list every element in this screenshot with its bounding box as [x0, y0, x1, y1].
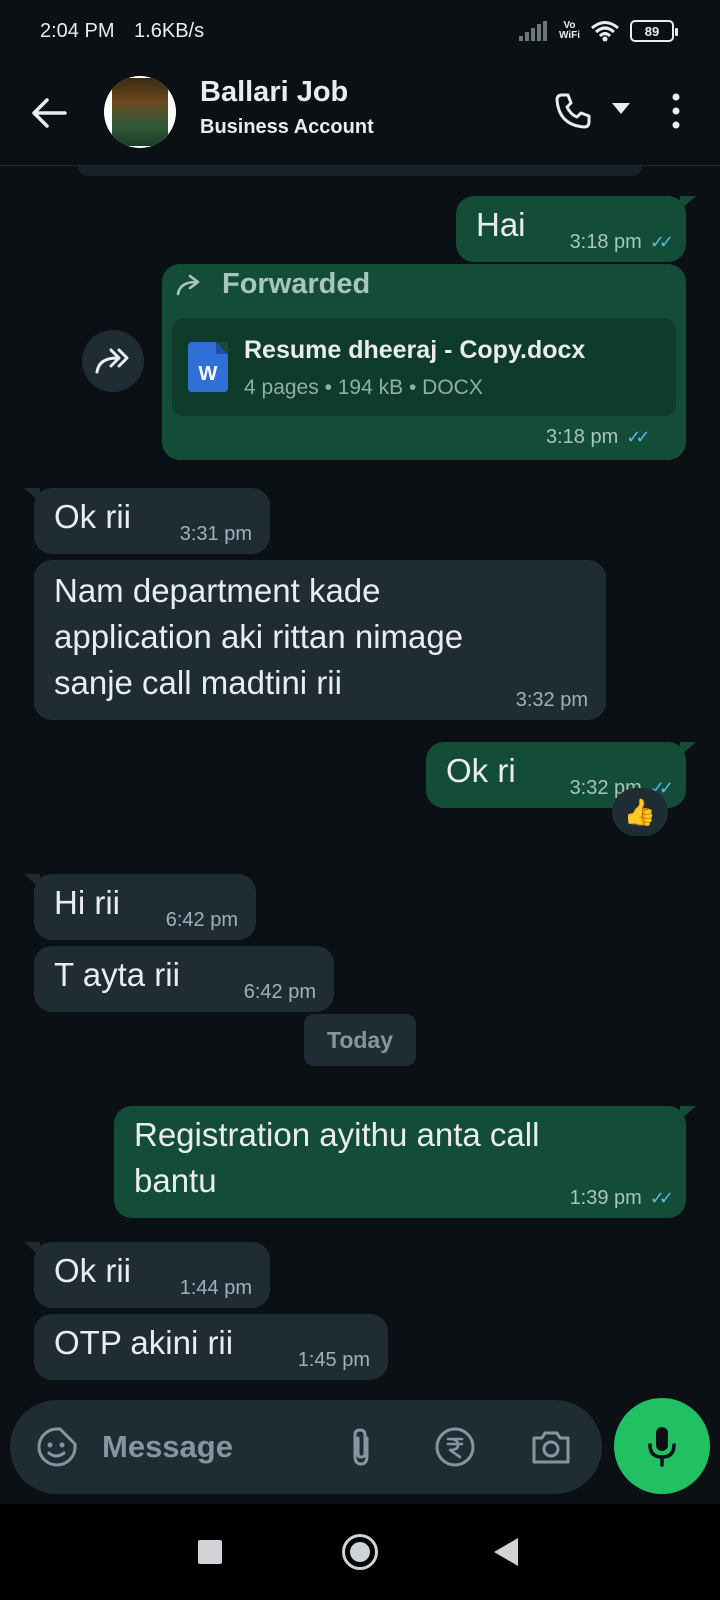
- system-back-button[interactable]: [494, 1538, 518, 1566]
- message-line: bantu: [134, 1162, 217, 1199]
- system-navigation-bar: [0, 1504, 720, 1600]
- word-doc-icon: W: [188, 342, 228, 392]
- date-divider: Today: [304, 1014, 416, 1066]
- rupee-icon: [435, 1427, 475, 1467]
- message-meta: 3:32 pm: [516, 689, 588, 712]
- paperclip-icon: [353, 1428, 369, 1466]
- caret-down-icon: [612, 103, 630, 114]
- more-vertical-icon: [672, 93, 680, 129]
- phone-icon: [555, 93, 591, 129]
- status-left: 2:04 PM 1.6KB/s: [40, 20, 218, 43]
- voice-call-button[interactable]: [548, 86, 598, 136]
- payment-button[interactable]: [430, 1422, 480, 1472]
- message-time: 3:18 pm: [546, 426, 619, 448]
- document-card[interactable]: W Resume dheeraj - Copy.docx 4 pages • 1…: [172, 318, 676, 416]
- home-icon: [350, 1542, 370, 1562]
- network-speed: 1.6KB/s: [134, 20, 205, 42]
- status-bar: 2:04 PM 1.6KB/s Vo WiFi 89: [0, 0, 720, 64]
- forward-arrow-icon: [176, 274, 200, 295]
- message-incoming[interactable]: Nam department kade application aki ritt…: [34, 560, 606, 720]
- message-text: Ok rii: [54, 498, 131, 535]
- forwarded-text: Forwarded: [222, 268, 371, 300]
- message-time: 3:18 pm: [569, 231, 642, 253]
- more-options-button[interactable]: [656, 86, 696, 136]
- wifi-icon: [591, 21, 619, 42]
- message-meta: 1:45 pm: [298, 1349, 370, 1372]
- read-ticks-icon: ✓✓: [649, 1188, 674, 1208]
- contact-avatar[interactable]: [104, 76, 176, 148]
- chat-area[interactable]: Hai 3:18 pm ✓✓ Forwarded W Resume dheera…: [0, 166, 720, 1400]
- chat-header: Ballari Job Business Account: [0, 64, 720, 166]
- double-forward-icon: [95, 348, 129, 374]
- message-incoming[interactable]: T ayta rii 6:42 pm: [34, 946, 334, 1012]
- recents-button[interactable]: [198, 1540, 222, 1564]
- message-meta: 3:31 pm: [180, 523, 252, 546]
- call-options-button[interactable]: [606, 94, 636, 124]
- message-meta: 3:18 pm ✓✓: [546, 426, 650, 449]
- message-time: 1:39 pm: [569, 1187, 642, 1209]
- message-text: Registration ayithu anta call bantu: [134, 1112, 539, 1204]
- contact-name[interactable]: Ballari Job: [200, 76, 348, 109]
- message-incoming[interactable]: OTP akini rii 1:45 pm: [34, 1314, 388, 1380]
- message-outgoing[interactable]: Registration ayithu anta call bantu 1:39…: [114, 1106, 696, 1218]
- message-composer: [10, 1400, 602, 1494]
- message-line: Registration ayithu anta call: [134, 1116, 540, 1153]
- message-text: Ok rii: [54, 1252, 131, 1289]
- message-line: application aki rittan nimage: [54, 618, 464, 655]
- microphone-icon: [648, 1427, 676, 1467]
- message-meta: 6:42 pm: [244, 981, 316, 1004]
- attach-button[interactable]: [336, 1422, 386, 1472]
- sticker-icon: [37, 1427, 77, 1467]
- message-time: 3:31 pm: [179, 523, 252, 545]
- doc-icon-letter: W: [198, 363, 218, 385]
- voice-message-button[interactable]: [614, 1398, 710, 1494]
- document-info: 4 pages • 194 kB • DOCX: [244, 376, 483, 399]
- forwarded-label: Forwarded: [176, 268, 370, 301]
- message-text: T ayta rii: [54, 956, 180, 993]
- camera-icon: [532, 1431, 570, 1464]
- vowifi-icon: Vo WiFi: [559, 21, 580, 41]
- message-meta: 3:18 pm ✓✓: [569, 231, 674, 254]
- home-button[interactable]: [342, 1534, 378, 1570]
- message-line: Nam department kade: [54, 572, 381, 609]
- message-meta: 1:39 pm ✓✓: [569, 1187, 674, 1210]
- battery-level: 89: [644, 23, 660, 39]
- message-text: OTP akini rii: [54, 1324, 234, 1361]
- message-text: Hai: [476, 206, 526, 243]
- read-ticks-icon: ✓✓: [649, 232, 674, 252]
- message-time: 3:32 pm: [515, 689, 588, 711]
- previous-message-edge: [78, 166, 642, 176]
- vowifi-bottom: WiFi: [558, 30, 580, 41]
- message-time: 6:42 pm: [165, 909, 238, 931]
- message-time: 1:45 pm: [297, 1349, 370, 1371]
- thumbs-up-icon: 👍: [623, 796, 657, 827]
- camera-button[interactable]: [526, 1422, 576, 1472]
- contact-subtitle[interactable]: Business Account: [200, 116, 374, 139]
- message-incoming[interactable]: Ok rii 1:44 pm: [24, 1242, 270, 1308]
- message-time: 1:44 pm: [179, 1277, 252, 1299]
- message-outgoing[interactable]: Hai 3:18 pm ✓✓: [456, 196, 696, 262]
- battery-icon: 89: [630, 20, 678, 42]
- message-incoming[interactable]: Hi rii 6:42 pm: [24, 874, 256, 940]
- arrow-left-icon: [32, 98, 67, 128]
- message-line: sanje call madtini rii: [54, 664, 342, 701]
- signal-icon: [518, 21, 547, 41]
- message-text: Ok ri: [446, 752, 516, 789]
- message-meta: 6:42 pm: [166, 909, 238, 932]
- reaction-badge[interactable]: 👍: [612, 788, 668, 836]
- message-meta: 1:44 pm: [180, 1277, 252, 1300]
- status-right: Vo WiFi 89: [518, 20, 678, 42]
- read-ticks-icon: ✓✓: [626, 427, 650, 447]
- message-text: Hi rii: [54, 884, 120, 921]
- message-input[interactable]: [102, 1424, 322, 1470]
- message-text: Nam department kade application aki ritt…: [54, 568, 463, 706]
- avatar-image: [112, 78, 168, 146]
- status-time: 2:04 PM: [40, 20, 115, 42]
- message-time: 6:42 pm: [243, 981, 316, 1003]
- forward-button[interactable]: [82, 330, 144, 392]
- back-button[interactable]: [26, 90, 72, 136]
- message-incoming[interactable]: Ok rii 3:31 pm: [24, 488, 270, 554]
- document-name: Resume dheeraj - Copy.docx: [244, 336, 586, 364]
- sticker-button[interactable]: [32, 1422, 82, 1472]
